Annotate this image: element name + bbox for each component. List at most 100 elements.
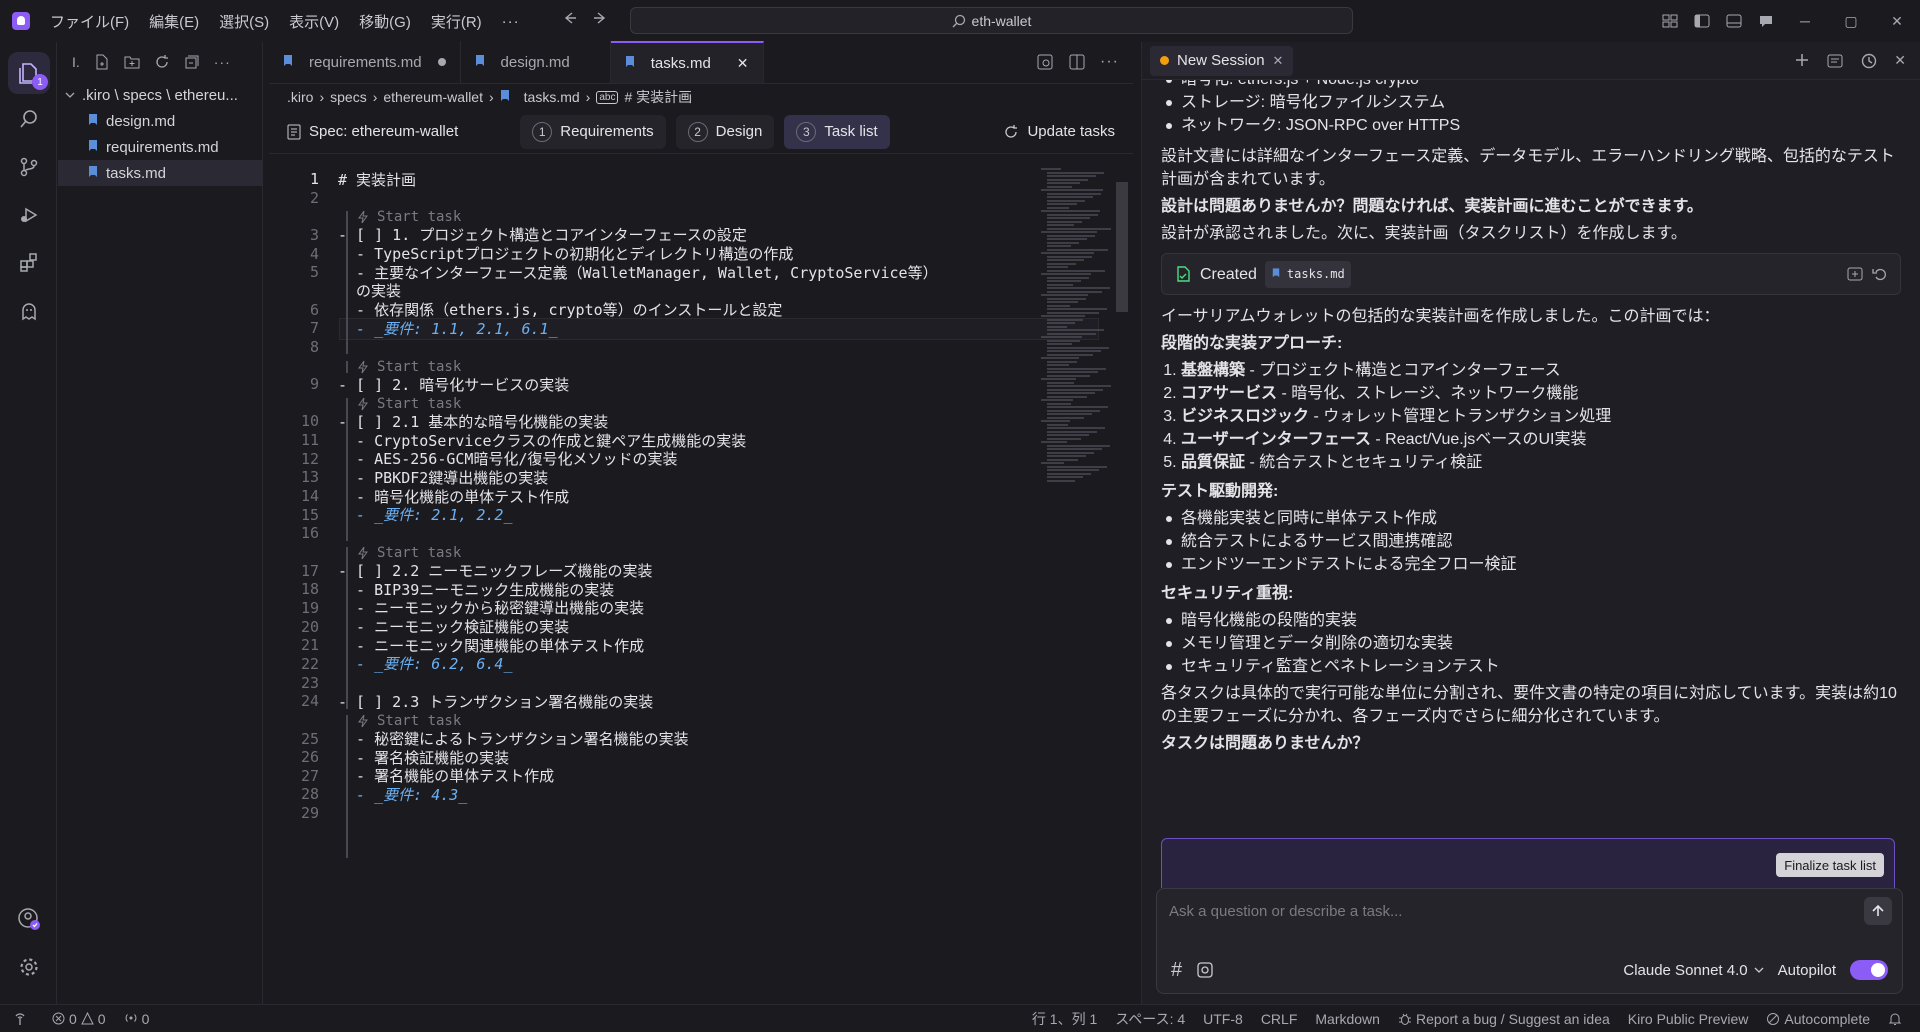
breadcrumb-item[interactable]: .kiro	[287, 89, 313, 105]
spec-step-task-list[interactable]: 3 Task list	[784, 114, 890, 149]
customize-layout-icon[interactable]	[1654, 13, 1686, 29]
breadcrumb-item[interactable]: spec﻿s	[330, 89, 367, 105]
diff-icon[interactable]	[1846, 265, 1864, 283]
menu-go[interactable]: 移動(G)	[359, 11, 411, 32]
activity-source-control[interactable]	[14, 152, 44, 182]
menu-selection[interactable]: 選択(S)	[219, 11, 269, 32]
session-tab[interactable]: New Session ✕	[1150, 45, 1294, 76]
new-folder-icon[interactable]	[124, 54, 140, 70]
minimap-line	[1041, 378, 1076, 380]
update-tasks-button[interactable]: Update tasks	[1003, 123, 1115, 140]
activity-explorer[interactable]: 1	[8, 52, 50, 94]
breadcrumb-item[interactable]: tasks.md	[524, 89, 580, 105]
breadcrumb-item[interactable]: # 実装計画	[624, 87, 692, 107]
toggle-sidebar-icon[interactable]	[1686, 13, 1718, 29]
breadcrumb-item[interactable]: ethereum-wallet	[383, 89, 483, 105]
maximize-icon[interactable]: ▢	[1828, 13, 1874, 30]
tab-design[interactable]: design.md	[461, 41, 611, 83]
activity-run-debug[interactable]	[14, 200, 44, 230]
tree-file-design[interactable]: design.md	[58, 108, 262, 134]
minimap-line	[1047, 423, 1068, 426]
model-selector[interactable]: Claude Sonnet 4.0	[1623, 962, 1764, 979]
open-preview-icon[interactable]	[1036, 53, 1054, 71]
code-line[interactable]: 24 - [ ] 2.3 トランザクション署名機能の実装	[269, 690, 653, 712]
code-editor[interactable]: Start task Start task Start task Start task…	[269, 168, 1099, 1004]
bug-icon	[1398, 1012, 1412, 1026]
language-mode[interactable]: Markdown	[1315, 1011, 1380, 1027]
indentation[interactable]: スペース: 4	[1115, 1009, 1185, 1029]
menu-more[interactable]: ···	[502, 13, 520, 30]
list-item: 基盤構築 - プロジェクト構造とコアインターフェース	[1181, 359, 1901, 382]
hash-context-icon[interactable]: #	[1171, 959, 1182, 982]
code-line[interactable]: 29	[269, 802, 338, 824]
new-file-icon[interactable]	[94, 54, 110, 70]
autopilot-toggle[interactable]	[1850, 960, 1888, 980]
minimap-line	[1047, 371, 1098, 373]
task-gutter-bar	[346, 360, 348, 374]
chat-input-box[interactable]: Ask a question or describe a task... # C…	[1156, 888, 1903, 994]
tab-tasks[interactable]: tasks.md ✕	[610, 41, 764, 83]
notifications-bell-icon[interactable]	[1888, 1012, 1902, 1026]
code-line[interactable]: 16	[269, 522, 338, 544]
finalize-task-list-button[interactable]: Finalize task list	[1776, 853, 1884, 877]
breadcrumb-separator-icon: ›	[585, 89, 591, 105]
autocomplete-toggle[interactable]: Autocomplete	[1766, 1011, 1870, 1027]
split-editor-icon[interactable]	[1068, 53, 1086, 71]
minimize-icon[interactable]: ─	[1782, 13, 1828, 29]
plus-icon[interactable]	[1794, 52, 1810, 70]
more-icon[interactable]: ···	[214, 54, 231, 70]
spec-step-requirements[interactable]: 1 Requirements	[520, 114, 666, 149]
close-window-icon[interactable]: ✕	[1874, 13, 1920, 30]
back-arrow-icon[interactable]	[562, 10, 578, 26]
cursor-icon[interactable]: I.	[72, 54, 80, 70]
run-debug-icon	[18, 204, 40, 226]
command-center-search[interactable]: eth-wallet	[630, 7, 1353, 34]
image-attach-icon[interactable]	[1196, 961, 1214, 979]
cursor-position[interactable]: 行 1、列 1	[1032, 1009, 1097, 1029]
kiro-preview-label[interactable]: Kiro Public Preview	[1628, 1011, 1749, 1027]
editor-scrollbar[interactable]	[1116, 182, 1128, 312]
tree-file-tasks[interactable]: tasks.md	[58, 160, 262, 186]
activity-settings[interactable]	[14, 952, 44, 982]
toggle-panel-icon[interactable]	[1718, 13, 1750, 29]
forward-arrow-icon[interactable]	[592, 10, 608, 26]
file-chip[interactable]: tasks.md	[1264, 260, 1351, 288]
minimap-line	[1047, 276, 1089, 279]
close-icon[interactable]: ✕	[737, 55, 749, 72]
send-button[interactable]	[1864, 897, 1892, 925]
code-line[interactable]: 2	[269, 187, 338, 209]
tree-file-requirements[interactable]: requirements.md	[58, 134, 262, 160]
revert-icon[interactable]	[1872, 266, 1888, 282]
unsaved-dot-icon[interactable]	[437, 58, 446, 66]
close-icon[interactable]: ✕	[1273, 53, 1284, 69]
spec-step-design[interactable]: 2 Design	[675, 114, 775, 149]
file-created-icon	[1174, 265, 1192, 283]
step-text: - 暗号化、ストレージ、ネットワーク機能	[1277, 385, 1579, 402]
history-icon[interactable]	[1860, 52, 1878, 70]
tree-folder-specs[interactable]: .kiro \ specs \ ethereu...	[58, 82, 262, 108]
activity-search[interactable]	[14, 104, 44, 134]
menu-view[interactable]: 表示(V)	[289, 11, 339, 32]
ports-indicator[interactable]: 0	[124, 1011, 149, 1027]
minimap[interactable]	[1041, 168, 1111, 588]
remote-indicator[interactable]	[14, 1012, 26, 1026]
activity-extensions[interactable]	[14, 248, 44, 278]
chat-list-icon[interactable]	[1826, 52, 1844, 70]
line-ending[interactable]: CRLF	[1261, 1011, 1298, 1027]
tab-requirements[interactable]: requirements.md	[269, 41, 461, 83]
chat-toggle-icon[interactable]	[1750, 13, 1782, 29]
menu-run[interactable]: 実行(R)	[431, 11, 482, 32]
report-bug-link[interactable]: Report a bug / Suggest an idea	[1398, 1011, 1610, 1027]
menu-edit[interactable]: 編集(E)	[149, 11, 199, 32]
activity-accounts[interactable]	[14, 904, 44, 934]
collapse-all-icon[interactable]	[184, 54, 200, 70]
activity-kiro[interactable]	[14, 296, 44, 326]
refresh-icon[interactable]	[154, 54, 170, 70]
more-actions-icon[interactable]: ···	[1100, 53, 1119, 71]
close-panel-icon[interactable]: ✕	[1894, 52, 1906, 70]
menu-file[interactable]: ファイル(F)	[50, 11, 129, 32]
encoding[interactable]: UTF-8	[1203, 1011, 1243, 1027]
code-line[interactable]: 9 - [ ] 2. 暗号化サービスの実装	[269, 373, 569, 395]
code-line[interactable]: 8	[269, 336, 338, 358]
problems-indicator[interactable]: 0 0	[52, 1011, 106, 1027]
